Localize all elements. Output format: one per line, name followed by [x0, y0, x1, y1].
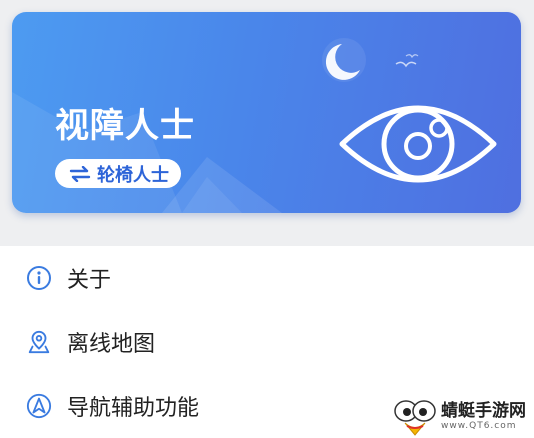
banner-title: 视障人士: [55, 106, 195, 146]
switch-mode-button[interactable]: 轮椅人士: [55, 159, 181, 188]
map-pin-icon: [26, 329, 52, 355]
menu-item-about[interactable]: 关于: [0, 246, 534, 310]
watermark-title: 蜻蜓手游网: [441, 400, 526, 421]
info-icon: [26, 265, 52, 291]
menu-item-label: 关于: [67, 268, 112, 293]
watermark: 蜻蜓手游网 www.QT6.com: [393, 396, 526, 436]
mode-banner: 视障人士 轮椅人士: [12, 12, 521, 213]
eye-icon: [339, 105, 497, 183]
watermark-url: www.QT6.com: [441, 420, 517, 431]
menu-item-offline-map[interactable]: 离线地图: [0, 310, 534, 374]
menu-item-label: 导航辅助功能: [67, 396, 200, 421]
navigation-icon: [26, 393, 52, 419]
menu-item-label: 离线地图: [67, 332, 156, 357]
dragonfly-logo-icon: [394, 400, 436, 436]
switch-mode-label: 轮椅人士: [97, 164, 169, 186]
swap-icon: [69, 165, 91, 182]
